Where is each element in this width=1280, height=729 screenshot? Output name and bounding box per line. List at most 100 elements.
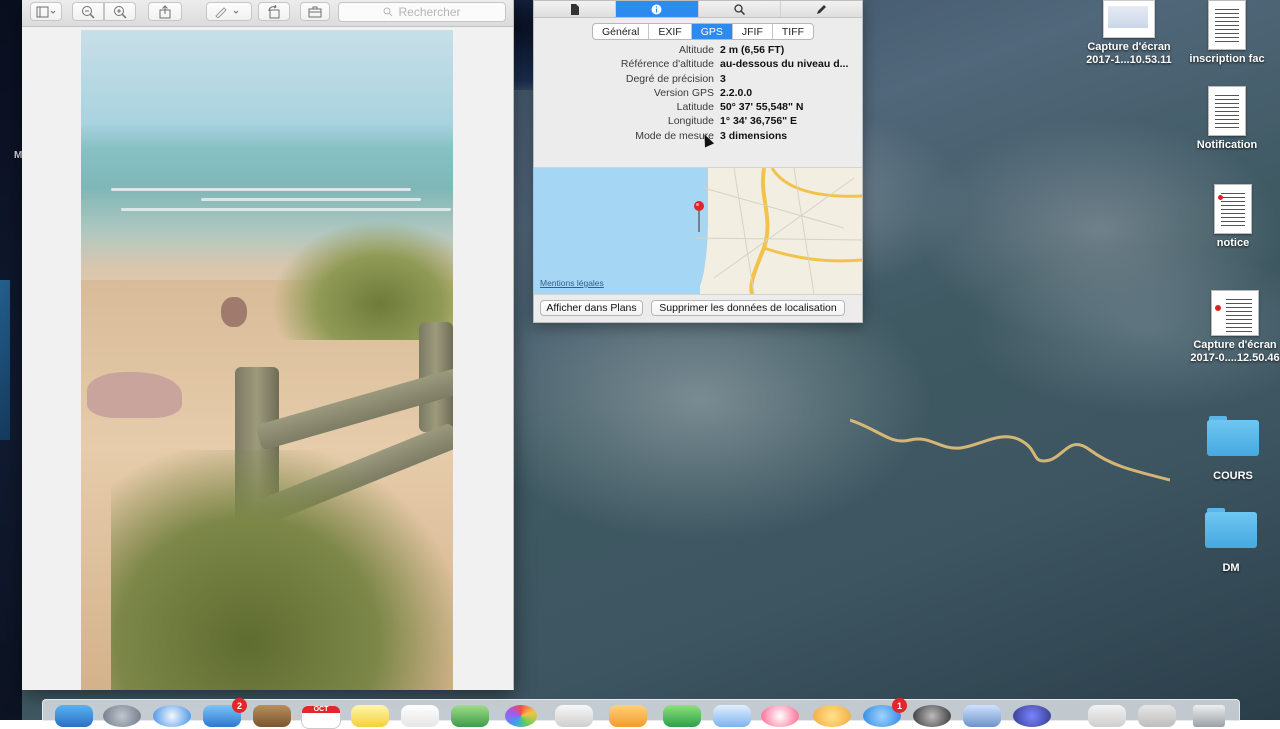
ibooks-icon[interactable] [813,705,851,727]
desktop-icon-screenshot-1[interactable]: Capture d'écran 2017-1...10.53.11 [1074,0,1184,67]
search-field[interactable]: Rechercher [338,2,506,22]
safari-icon[interactable] [153,705,191,727]
folder-icon [1205,508,1257,548]
desktop-icon-notification[interactable]: Notification [1172,86,1280,152]
gps-row-latitude: Latitude 50° 37' 55,548" N [534,101,862,115]
gps-row-longitude: Longitude 1° 34' 36,756" E [534,115,862,129]
tab-keywords[interactable] [699,1,781,17]
toolbox-icon [308,6,322,17]
rotate-icon [268,4,280,18]
app-store-icon[interactable]: 1 [863,698,907,727]
desktop-icon-folder-dm[interactable]: DM [1176,508,1280,575]
gps-key: Degré de précision [625,72,714,85]
document-icon [570,3,579,15]
calendar-icon[interactable]: OCT [301,705,341,729]
preview-toolbar: Rechercher [22,0,513,27]
gps-key: Altitude [678,44,714,56]
edit-icon [816,4,826,14]
screenshot-file-icon [1211,290,1259,336]
foreground-grass [111,450,453,690]
segment-general[interactable]: Général [593,24,650,39]
wave [201,198,421,201]
rock [221,297,247,327]
downloads-stack-icon[interactable] [1088,705,1126,727]
system-preferences-icon[interactable] [913,705,951,727]
gps-value: 3 [720,72,726,85]
toolbox-button[interactable] [300,2,330,21]
desktop-icon-label: Capture d'écran 2017-1...10.53.11 [1086,41,1172,66]
share-button[interactable] [148,2,182,21]
zoom-in-icon [114,5,127,19]
desktop-icon-inscription-fac[interactable]: inscription fac [1172,0,1280,66]
trash-icon[interactable] [1193,705,1225,727]
segment-jfif[interactable]: JFIF [733,24,773,39]
wave [111,188,411,191]
reminders-icon[interactable] [401,705,439,727]
search-icon [733,3,745,15]
pages-icon[interactable] [609,705,647,727]
tab-general-info[interactable] [534,1,617,17]
notes-icon[interactable] [351,705,389,727]
legal-notice-link[interactable]: Mentions légales [540,278,604,288]
zoom-out-button[interactable] [72,2,104,21]
mail-badge: 2 [232,698,247,713]
document-file-icon [1208,86,1246,136]
desktop-icon-label: inscription fac [1189,53,1265,65]
numbers-icon[interactable] [663,705,701,727]
mail-icon[interactable]: 2 [203,698,247,727]
gps-value: 2.2.0.0 [720,86,753,99]
documents-stack-icon[interactable] [1138,705,1176,727]
itunes-icon[interactable] [761,705,799,727]
metadata-segmented-control: Général EXIF GPS JFIF TIFF [592,23,815,40]
gps-value: 1° 34' 36,756" E [720,115,798,128]
tab-annotations[interactable] [781,1,862,17]
messages-icon[interactable] [555,705,593,727]
gps-key: Version GPS [653,86,714,99]
desktop-icon-label: notice [1216,237,1250,249]
dock: 2 OCT 1 [42,698,1240,729]
contacts-icon[interactable] [253,705,291,727]
segment-tiff[interactable]: TIFF [773,24,813,39]
gps-row-altitude-ref: Référence d'altitude au-dessous du niveau… [534,58,862,72]
inspector-tabs [534,1,862,18]
document-file-icon [1214,184,1252,234]
preview-window: Rechercher [22,0,514,690]
show-in-maps-button[interactable]: Afficher dans Plans [540,300,643,316]
desktop-icon-screenshot-2[interactable]: Capture d'écran 2017-0....12.50.46 [1180,290,1280,365]
finder-icon[interactable] [55,705,93,727]
zoom-in-button[interactable] [104,2,136,21]
gps-row-version: Version GPS 2.2.0.0 [534,87,862,101]
keynote-icon[interactable] [713,705,751,727]
quicktime-icon[interactable] [1013,705,1051,727]
window-glow [0,280,10,440]
gps-key: Latitude [676,101,714,114]
rotate-button[interactable] [258,2,290,21]
preview-app-icon[interactable] [963,705,1001,727]
gps-metadata-list: Altitude 2 m (6,56 FT) Référence d'altitu… [534,44,862,144]
desktop-icon-notice[interactable]: notice [1178,184,1280,250]
maps-icon[interactable] [451,705,489,727]
remove-location-button[interactable]: Supprimer les données de localisation [651,300,845,316]
gps-row-precision: Degré de précision 3 [534,73,862,87]
segment-gps[interactable]: GPS [691,24,733,39]
launchpad-icon[interactable] [103,705,141,727]
gps-value: au-dessous du niveau d... [720,58,849,71]
map-sea [534,168,700,294]
desktop-icon-folder-cours[interactable]: COURS [1178,416,1280,483]
location-map[interactable]: Mentions légales [534,167,862,295]
segment-exif[interactable]: EXIF [649,24,692,39]
sidebar-toggle-button[interactable] [30,2,62,21]
location-pin-icon[interactable] [693,200,705,234]
gps-key: Mode de mesure [635,129,714,142]
gps-row-altitude: Altitude 2 m (6,56 FT) [534,44,862,58]
tab-more-info[interactable] [616,1,699,17]
photos-icon[interactable] [505,705,537,727]
markup-button[interactable] [206,2,252,21]
app-store-badge: 1 [892,698,907,713]
folder-icon [1207,416,1259,456]
calendar-month: OCT [302,706,340,713]
gps-key: Référence d'altitude [620,58,714,71]
gps-value: 50° 37' 55,548" N [720,101,804,114]
gps-value: 2 m (6,56 FT) [720,44,785,56]
search-icon [383,7,393,17]
